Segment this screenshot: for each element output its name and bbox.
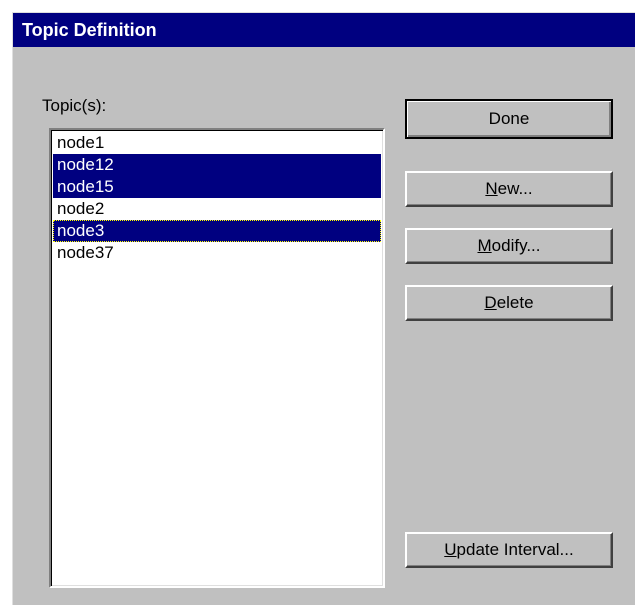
modify-button-label: odify... <box>491 236 541 255</box>
list-item[interactable]: node37 <box>53 242 381 264</box>
new-button-label: ew... <box>497 179 533 198</box>
update-interval-button-label: pdate Interval... <box>456 540 574 559</box>
list-item[interactable]: node2 <box>53 198 381 220</box>
topics-label: Topic(s): <box>42 96 107 115</box>
done-button-label: Done <box>488 109 530 128</box>
new-button-mnemonic: N <box>485 179 498 198</box>
list-item[interactable]: node12 <box>53 154 381 176</box>
list-item[interactable]: node3 <box>53 220 381 242</box>
done-button[interactable]: Done <box>405 99 613 139</box>
update-interval-button-mnemonic: U <box>444 540 457 559</box>
modify-button[interactable]: Modify... <box>405 228 613 264</box>
new-button[interactable]: New... <box>405 171 613 207</box>
topics-listbox[interactable]: node1 node12 node15 node2 node3 node37 <box>49 128 385 588</box>
list-item[interactable]: node1 <box>53 132 381 154</box>
modify-button-mnemonic: M <box>477 236 492 255</box>
topic-definition-dialog: Topic Definition Topic(s): node1 node12 … <box>12 12 635 605</box>
delete-button-mnemonic: D <box>484 293 497 312</box>
update-interval-button[interactable]: Update Interval... <box>405 532 613 568</box>
delete-button-label: elete <box>496 293 534 312</box>
dialog-title[interactable]: Topic Definition <box>13 13 635 47</box>
delete-button[interactable]: Delete <box>405 285 613 321</box>
list-item[interactable]: node15 <box>53 176 381 198</box>
